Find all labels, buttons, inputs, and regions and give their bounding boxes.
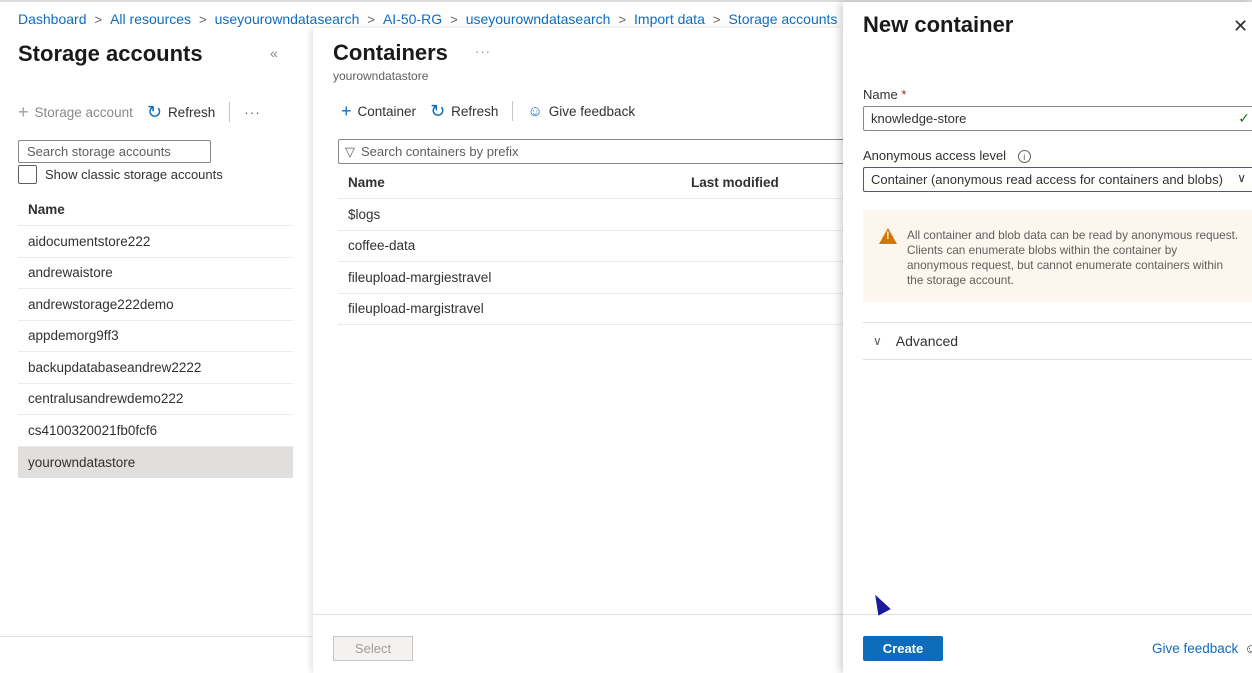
containers-panel: Containers ··· yourowndatastore + Contai… bbox=[313, 28, 843, 673]
breadcrumb-search-service-2[interactable]: useyourowndatasearch bbox=[466, 11, 611, 27]
column-header-name[interactable]: Name bbox=[338, 175, 691, 190]
breadcrumb-import-data[interactable]: Import data bbox=[634, 11, 705, 27]
name-label: Name * bbox=[863, 87, 906, 102]
add-container-button[interactable]: + Container bbox=[341, 102, 416, 120]
containers-toolbar: + Container ↻ Refresh ☺ Give feedback bbox=[341, 101, 635, 121]
plus-icon: + bbox=[18, 102, 29, 122]
show-classic-checkbox[interactable] bbox=[18, 165, 37, 184]
toolbar-divider bbox=[512, 101, 514, 121]
breadcrumb-resource-group[interactable]: AI-50-RG bbox=[383, 11, 442, 27]
table-row[interactable]: coffee-data bbox=[338, 231, 843, 262]
storage-accounts-title: Storage accounts bbox=[18, 41, 203, 66]
search-containers-input[interactable] bbox=[361, 144, 821, 159]
divider bbox=[0, 636, 312, 637]
give-feedback-link[interactable]: Give feedback ☺ bbox=[1152, 641, 1252, 656]
storage-accounts-toolbar: + Storage account ↻ Refresh ··· bbox=[18, 102, 261, 122]
container-name-input[interactable] bbox=[864, 111, 1224, 126]
name-label-text: Name bbox=[863, 87, 898, 102]
breadcrumb-all-resources[interactable]: All resources bbox=[110, 11, 191, 27]
storage-accounts-panel: Storage accounts « + Storage account ↻ R… bbox=[0, 36, 312, 673]
table-row[interactable]: fileupload-margistravel bbox=[338, 294, 843, 325]
containers-table: Name Last modified $logs coffee-data fil… bbox=[338, 166, 843, 325]
column-header-name[interactable]: Name bbox=[18, 194, 293, 226]
chevron-right-icon: > bbox=[199, 11, 207, 27]
containers-subtitle: yourowndatastore bbox=[333, 69, 429, 83]
more-options-button[interactable]: ··· bbox=[475, 44, 491, 59]
refresh-icon: ↻ bbox=[430, 101, 446, 121]
required-marker: * bbox=[901, 87, 907, 102]
add-storage-account-button[interactable]: + Storage account bbox=[18, 103, 133, 121]
footer-divider bbox=[843, 614, 1252, 615]
chevron-right-icon: > bbox=[450, 11, 458, 27]
plus-icon: + bbox=[341, 101, 352, 121]
containers-title: Containers bbox=[333, 40, 448, 65]
breadcrumb-dashboard[interactable]: Dashboard bbox=[18, 11, 87, 27]
access-level-label-text: Anonymous access level bbox=[863, 148, 1007, 163]
list-item[interactable]: appdemorg9ff3 bbox=[18, 321, 293, 352]
chevron-right-icon: > bbox=[94, 11, 103, 27]
advanced-label: Advanced bbox=[895, 333, 959, 349]
list-item[interactable]: cs4100320021fb0fcf6 bbox=[18, 415, 293, 447]
list-item[interactable]: centralusandrewdemo222 bbox=[18, 384, 293, 415]
chevron-down-icon: ∨ bbox=[873, 334, 882, 348]
column-header-last-modified[interactable]: Last modified bbox=[691, 175, 779, 190]
refresh-label: Refresh bbox=[167, 104, 216, 120]
show-classic-toggle[interactable]: Show classic storage accounts bbox=[18, 165, 223, 184]
search-containers-box[interactable]: ▽ bbox=[338, 139, 843, 164]
storage-accounts-list: Name aidocumentstore222 andrewaistore an… bbox=[18, 194, 293, 478]
toolbar-divider bbox=[229, 102, 231, 122]
access-level-label: Anonymous access level i bbox=[863, 148, 1031, 164]
list-item[interactable]: andrewaistore bbox=[18, 258, 293, 289]
list-item[interactable]: backupdatabaseandrew2222 bbox=[18, 352, 293, 384]
warning-icon bbox=[879, 228, 897, 244]
new-container-panel: New container ✕ Name * ✓ Anonymous acces… bbox=[843, 2, 1252, 673]
chevron-right-icon: > bbox=[712, 11, 721, 27]
table-row[interactable]: fileupload-margiestravel bbox=[338, 262, 843, 294]
feedback-icon: ☺ bbox=[527, 102, 543, 120]
give-feedback-label: Give feedback bbox=[548, 103, 636, 119]
list-item-selected[interactable]: yourowndatastore bbox=[18, 446, 293, 478]
breadcrumb-storage-accounts[interactable]: Storage accounts bbox=[728, 11, 837, 27]
list-item[interactable]: andrewstorage222demo bbox=[18, 289, 293, 321]
access-level-dropdown[interactable]: Container (anonymous read access for con… bbox=[863, 167, 1252, 192]
collapse-icon[interactable]: « bbox=[270, 45, 278, 61]
feedback-icon: ☺ bbox=[1244, 641, 1252, 656]
info-icon[interactable]: i bbox=[1017, 150, 1031, 164]
give-feedback-label: Give feedback bbox=[1152, 641, 1239, 656]
table-header: Name Last modified bbox=[338, 166, 843, 199]
add-storage-account-label: Storage account bbox=[34, 104, 133, 120]
close-icon[interactable]: ✕ bbox=[1233, 16, 1248, 37]
refresh-containers-button[interactable]: ↻ Refresh bbox=[430, 102, 498, 120]
chevron-down-icon: ∨ bbox=[1237, 171, 1246, 185]
refresh-label: Refresh bbox=[451, 103, 499, 119]
show-classic-label: Show classic storage accounts bbox=[45, 167, 223, 182]
chevron-right-icon: > bbox=[618, 11, 627, 27]
more-options-button[interactable]: ··· bbox=[244, 105, 261, 120]
refresh-storage-accounts-button[interactable]: ↻ Refresh bbox=[147, 103, 215, 121]
add-container-label: Container bbox=[357, 103, 417, 119]
advanced-section-toggle[interactable]: ∨ Advanced bbox=[863, 322, 1252, 360]
list-item[interactable]: aidocumentstore222 bbox=[18, 226, 293, 258]
containers-footer: Select bbox=[313, 614, 843, 673]
search-storage-accounts-input[interactable] bbox=[18, 140, 211, 163]
chevron-right-icon: > bbox=[367, 11, 375, 27]
refresh-icon: ↻ bbox=[146, 102, 162, 122]
table-row[interactable]: $logs bbox=[338, 199, 843, 231]
breadcrumb-search-service[interactable]: useyourowndatasearch bbox=[215, 11, 360, 27]
check-icon: ✓ bbox=[1238, 110, 1250, 126]
filter-icon: ▽ bbox=[345, 143, 355, 159]
warning-text: All container and blob data can be read … bbox=[907, 228, 1239, 287]
create-button[interactable]: Create bbox=[863, 636, 943, 661]
warning-message: All container and blob data can be read … bbox=[863, 210, 1252, 302]
access-level-value: Container (anonymous read access for con… bbox=[871, 172, 1223, 187]
name-field[interactable]: ✓ bbox=[863, 106, 1252, 131]
new-container-title: New container bbox=[863, 12, 1014, 37]
give-feedback-button[interactable]: ☺ Give feedback bbox=[527, 104, 635, 119]
select-button[interactable]: Select bbox=[333, 636, 413, 661]
breadcrumb: Dashboard > All resources > useyourownda… bbox=[18, 11, 861, 27]
